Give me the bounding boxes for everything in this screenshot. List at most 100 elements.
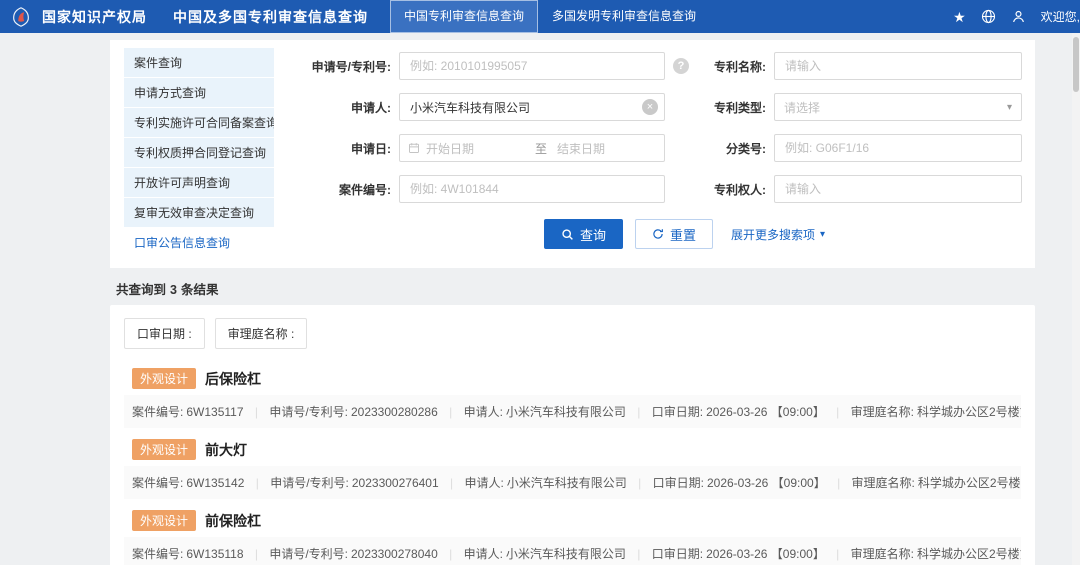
user-icon[interactable] (1011, 9, 1026, 24)
court-field-label: 审理庭名称: (850, 547, 914, 561)
filter-oral-hearing-date[interactable]: 口审日期 : (124, 318, 205, 349)
result-title[interactable]: 后保险杠 (205, 369, 261, 389)
applicant-label: 申请人: (351, 100, 391, 115)
sidebar-item-pledge-registration[interactable]: 专利权质押合同登记查询 (124, 138, 274, 168)
cnipa-logo (10, 5, 34, 29)
reset-button-label: 重置 (669, 227, 696, 243)
site-title: 中国及多国专利审查信息查询 (173, 8, 368, 25)
refresh-icon (652, 228, 664, 240)
sidebar-item-reexamination-decision[interactable]: 复审无效审查决定查询 (124, 198, 274, 228)
oral-date-value: 2026-03-26 【09:00】 (706, 476, 826, 490)
app-no-value: 2023300276401 (351, 476, 439, 490)
welcome-text: 欢迎您, (1040, 10, 1080, 24)
results-card: 口审日期 : 审理庭名称 : 外观设计 后保险杠 案件编号: 6W135117 |… (110, 305, 1035, 565)
chevron-down-icon: ▾ (1006, 101, 1012, 113)
result-item: 外观设计 后保险杠 案件编号: 6W135117 | 申请号/专利号: 202330… (124, 361, 1021, 428)
query-panel: 案件查询 申请方式查询 专利实施许可合同备案查询 专利权质押合同登记查询 开放许… (110, 40, 1035, 268)
case-no-field-label: 案件编号: (132, 405, 184, 419)
court-value: 科学城办公区2号楼第三审理庭 (仅现场审理) (917, 476, 1021, 490)
separator: | (637, 547, 641, 561)
globe-icon[interactable] (981, 9, 996, 24)
apply-date-range[interactable]: 开始日期 至 结束日期 (399, 134, 665, 162)
help-icon[interactable]: ? (673, 58, 689, 74)
separator: | (837, 476, 841, 490)
search-icon (561, 228, 574, 241)
patentee-label: 专利权人: (714, 182, 766, 197)
topbar-actions: ★ 欢迎您, (953, 8, 1080, 25)
sidebar-item-application-method[interactable]: 申请方式查询 (124, 78, 274, 108)
expand-more-link[interactable]: 展开更多搜索项 ▾ (731, 226, 825, 243)
summary-prefix: 共查询到 (116, 283, 167, 297)
patent-name-label: 专利名称: (714, 59, 766, 74)
sidebar-item-case-query[interactable]: 案件查询 (124, 48, 274, 78)
oral-date-value: 2026-03-26 【09:00】 (706, 547, 825, 561)
sidebar: 案件查询 申请方式查询 专利实施许可合同备案查询 专利权质押合同登记查询 开放许… (124, 48, 274, 258)
patent-name-input[interactable] (774, 52, 1022, 80)
result-detail: 案件编号: 6W135142 | 申请号/专利号: 2023300276401 | … (124, 466, 1021, 499)
result-item: 外观设计 前保险杠 案件编号: 6W135118 | 申请号/专利号: 202330… (124, 503, 1021, 565)
court-field-label: 审理庭名称: (851, 476, 915, 490)
calendar-icon (408, 142, 420, 154)
start-date-placeholder: 开始日期 (426, 141, 475, 156)
result-summary: 共查询到 3 条结果 (116, 279, 1035, 298)
org-name: 国家知识产权局 (42, 8, 147, 25)
separator: | (449, 547, 453, 561)
separator: | (836, 547, 840, 561)
summary-count: 3 (170, 283, 177, 297)
patent-type-label: 专利类型: (714, 100, 766, 115)
app-no-input[interactable] (399, 52, 665, 80)
applicant-input[interactable] (399, 93, 665, 121)
separator: | (836, 405, 840, 419)
separator: | (638, 476, 642, 490)
app-no-field-label: 申请号/专利号: (269, 405, 348, 419)
patent-type-select[interactable]: 请选择 ▾ (774, 93, 1022, 121)
app-no-field-label: 申请号/专利号: (269, 547, 348, 561)
search-button-label: 查询 (579, 227, 606, 243)
case-no-input[interactable] (399, 175, 665, 203)
scrollbar[interactable] (1072, 33, 1080, 565)
apply-date-label: 申请日: (351, 141, 391, 156)
result-detail: 案件编号: 6W135118 | 申请号/专利号: 2023300278040 | … (124, 537, 1021, 565)
court-field-label: 审理庭名称: (850, 405, 914, 419)
class-no-label: 分类号: (726, 141, 766, 156)
expand-more-label: 展开更多搜索项 (730, 227, 815, 242)
result-title[interactable]: 前大灯 (205, 440, 247, 460)
top-navbar: 国家知识产权局 中国及多国专利审查信息查询 中国专利审查信息查询 多国发明专利审… (0, 0, 1080, 33)
applicant-field-label: 申请人: (464, 476, 504, 490)
separator: | (255, 476, 259, 490)
separator: | (449, 476, 454, 490)
patent-type-badge: 外观设计 (132, 439, 197, 460)
search-button[interactable]: 查询 (543, 219, 623, 249)
result-detail: 案件编号: 6W135117 | 申请号/专利号: 2023300280286 | … (124, 395, 1021, 428)
date-to-label: 至 (535, 141, 548, 156)
tab-multicountry-patent-query[interactable]: 多国发明专利审查信息查询 (538, 0, 710, 33)
result-item: 外观设计 前大灯 案件编号: 6W135142 | 申请号/专利号: 2023300… (124, 432, 1021, 499)
court-value: 科学城办公区2号楼第三审理庭 (仅现场审理) (916, 547, 1021, 561)
patentee-input[interactable] (774, 175, 1022, 203)
case-no-value: 6W135117 (186, 405, 244, 419)
patent-type-badge: 外观设计 (132, 510, 197, 531)
app-no-field-label: 申请号/专利号: (270, 476, 349, 490)
reset-button[interactable]: 重置 (634, 219, 713, 249)
end-date-placeholder: 结束日期 (557, 141, 606, 156)
clear-icon[interactable]: × (642, 99, 658, 115)
oral-date-field-label: 口审日期: (652, 476, 704, 490)
tab-china-patent-query[interactable]: 中国专利审查信息查询 (390, 0, 539, 33)
sidebar-item-license-filing[interactable]: 专利实施许可合同备案查询 (124, 108, 274, 138)
separator: | (637, 405, 641, 419)
filter-court-name[interactable]: 审理庭名称 : (214, 318, 308, 349)
scrollbar-thumb[interactable] (1073, 37, 1079, 92)
applicant-value: 小米汽车科技有限公司 (506, 476, 627, 490)
result-title[interactable]: 前保险杠 (205, 511, 261, 531)
sidebar-item-oral-hearing[interactable]: 口审公告信息查询 (124, 228, 274, 258)
separator: | (449, 405, 453, 419)
app-no-value: 2023300278040 (350, 547, 438, 561)
sidebar-item-open-license[interactable]: 开放许可声明查询 (124, 168, 274, 198)
patent-type-badge: 外观设计 (132, 368, 197, 389)
applicant-field-label: 申请人: (463, 547, 503, 561)
case-no-value: 6W135142 (186, 476, 245, 490)
favorite-star-icon[interactable]: ★ (953, 10, 966, 24)
class-no-input[interactable] (774, 134, 1022, 162)
app-no-value: 2023300280286 (350, 405, 438, 419)
summary-suffix: 条结果 (180, 283, 219, 297)
